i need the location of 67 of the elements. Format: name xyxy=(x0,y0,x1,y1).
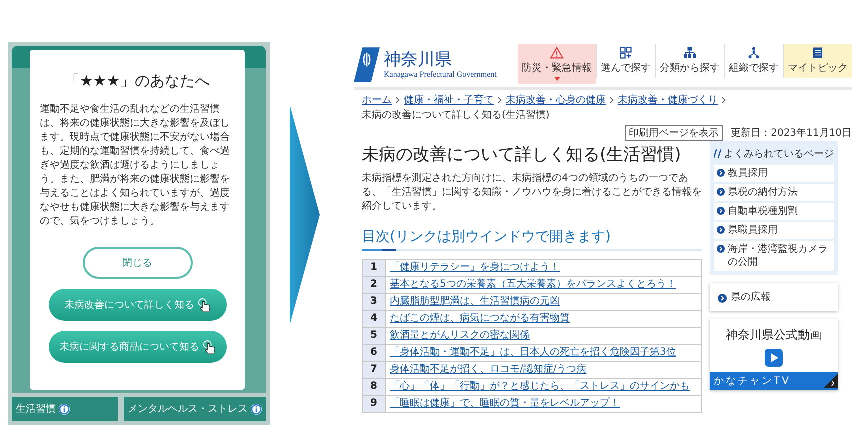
popular-page-link[interactable]: 県税の納付方法 xyxy=(714,184,834,201)
play-icon xyxy=(765,349,783,367)
circle-chevron-icon xyxy=(717,169,725,177)
circle-chevron-icon xyxy=(717,245,725,253)
circle-chevron-icon xyxy=(717,226,725,234)
chevron-right-icon xyxy=(722,97,726,104)
toc-heading: 目次(リンクは別ウインドウで開きます) xyxy=(362,228,612,246)
row-number: 4 xyxy=(362,310,386,328)
circle-chevron-icon xyxy=(717,207,725,215)
prefecture-logo-icon xyxy=(354,46,380,84)
chevron-right-icon xyxy=(396,97,400,104)
nav-button[interactable]: 選んで探す xyxy=(596,44,655,78)
popular-page-link[interactable]: 海岸・港湾監視カメラの公開 xyxy=(714,241,834,271)
caret-down-icon xyxy=(554,77,560,81)
print-page-button[interactable]: 印刷用ページを表示 xyxy=(625,125,724,141)
category-tile[interactable]: 生活習慣 xyxy=(12,397,118,421)
info-icon xyxy=(251,404,262,414)
breadcrumb-link[interactable]: 未病改善・健康づくり xyxy=(618,94,718,107)
corner-chevron-icon xyxy=(824,374,838,388)
panel-heading: よくみられているページ xyxy=(724,148,834,161)
row-number: 1 xyxy=(362,260,386,276)
nav-button[interactable]: 防災・緊急情報 xyxy=(518,44,596,84)
popular-page-link[interactable]: 県職員採用 xyxy=(714,222,834,239)
grid-icon xyxy=(619,47,633,59)
pointer-hand-icon xyxy=(198,298,210,312)
breadcrumb-current: 未病の改善について詳しく知る(生活習慣) xyxy=(362,109,550,122)
tile-label: 生活習慣 xyxy=(16,402,56,416)
circle-chevron-icon xyxy=(718,294,727,302)
page-description: 未病指標を測定された方向けに、未病指標の4つの領域のうちの一つである、「生活習慣」に関する知識・ノウハウを身に着けることができる情報を紹介しています。 xyxy=(362,172,702,214)
category-tile[interactable]: メンタルヘルス・ストレス xyxy=(124,397,266,421)
tile-label: メンタルヘルス・ストレス xyxy=(128,403,248,416)
breadcrumb-link[interactable]: 未病改善・心身の健康 xyxy=(506,94,606,107)
nav-button[interactable]: マイトピック xyxy=(783,44,852,78)
banner-text: かなチャンTV xyxy=(714,375,791,389)
row-number: 6 xyxy=(362,344,386,362)
site-name-english: Kanagawa Prefectural Government xyxy=(384,70,497,79)
row-number: 7 xyxy=(362,362,386,378)
site-name: 神奈川県 xyxy=(384,51,453,70)
pr-link-card[interactable]: 県の広報 xyxy=(710,283,838,311)
people-tree-icon xyxy=(747,47,761,59)
page-title: 未病の改善について詳しく知る(生活習慣) xyxy=(362,144,682,166)
popular-page-link[interactable]: 自動車税種別割 xyxy=(714,203,834,220)
nav-button[interactable]: 分類から探す xyxy=(655,44,724,78)
video-card[interactable]: 神奈川県公式動画 かなチャンTV xyxy=(710,319,838,390)
breadcrumb-link[interactable]: 健康・福祉・子育て xyxy=(404,94,494,107)
video-card-title: 神奈川県公式動画 xyxy=(726,327,822,344)
updated-date: 更新日：2023年11月10日 xyxy=(731,126,852,140)
pointer-hand-icon xyxy=(202,340,216,354)
row-number: 5 xyxy=(362,328,386,344)
popular-page-link[interactable]: 教員採用 xyxy=(714,165,834,182)
row-number: 2 xyxy=(362,276,386,294)
chevron-right-icon xyxy=(610,97,614,104)
info-icon xyxy=(59,404,70,414)
circle-chevron-icon xyxy=(717,188,725,196)
breadcrumb-link[interactable]: ホーム xyxy=(362,94,392,107)
row-number: 8 xyxy=(362,378,386,396)
right-arrow-icon xyxy=(290,105,320,325)
row-number: 3 xyxy=(362,294,386,310)
close-button[interactable]: 閉じる xyxy=(82,247,192,279)
document-icon xyxy=(812,47,824,59)
modal-message: 運動不足や食生活の乱れなどの生活習慣は、将来の健康状態に大きな影響を及ぼします。現時点で健康状態に不安がない場合も、定期的な運動習慣を持続して、食べ過ぎや過度な飲酒は避けるようにしましょう。また、肥満が将来の健康状態に影響を与えることはよく知られていますが、過度なやせも健康状態に大きな影響を与えますので、気をつけましょう。 xyxy=(40,103,231,229)
double-slash-icon xyxy=(714,149,721,159)
modal-title: 「★★★」のあなたへ xyxy=(64,72,210,91)
chevron-right-icon xyxy=(498,97,502,104)
warning-icon xyxy=(550,47,564,59)
hierarchy-icon xyxy=(683,47,697,59)
row-number: 9 xyxy=(362,396,386,412)
